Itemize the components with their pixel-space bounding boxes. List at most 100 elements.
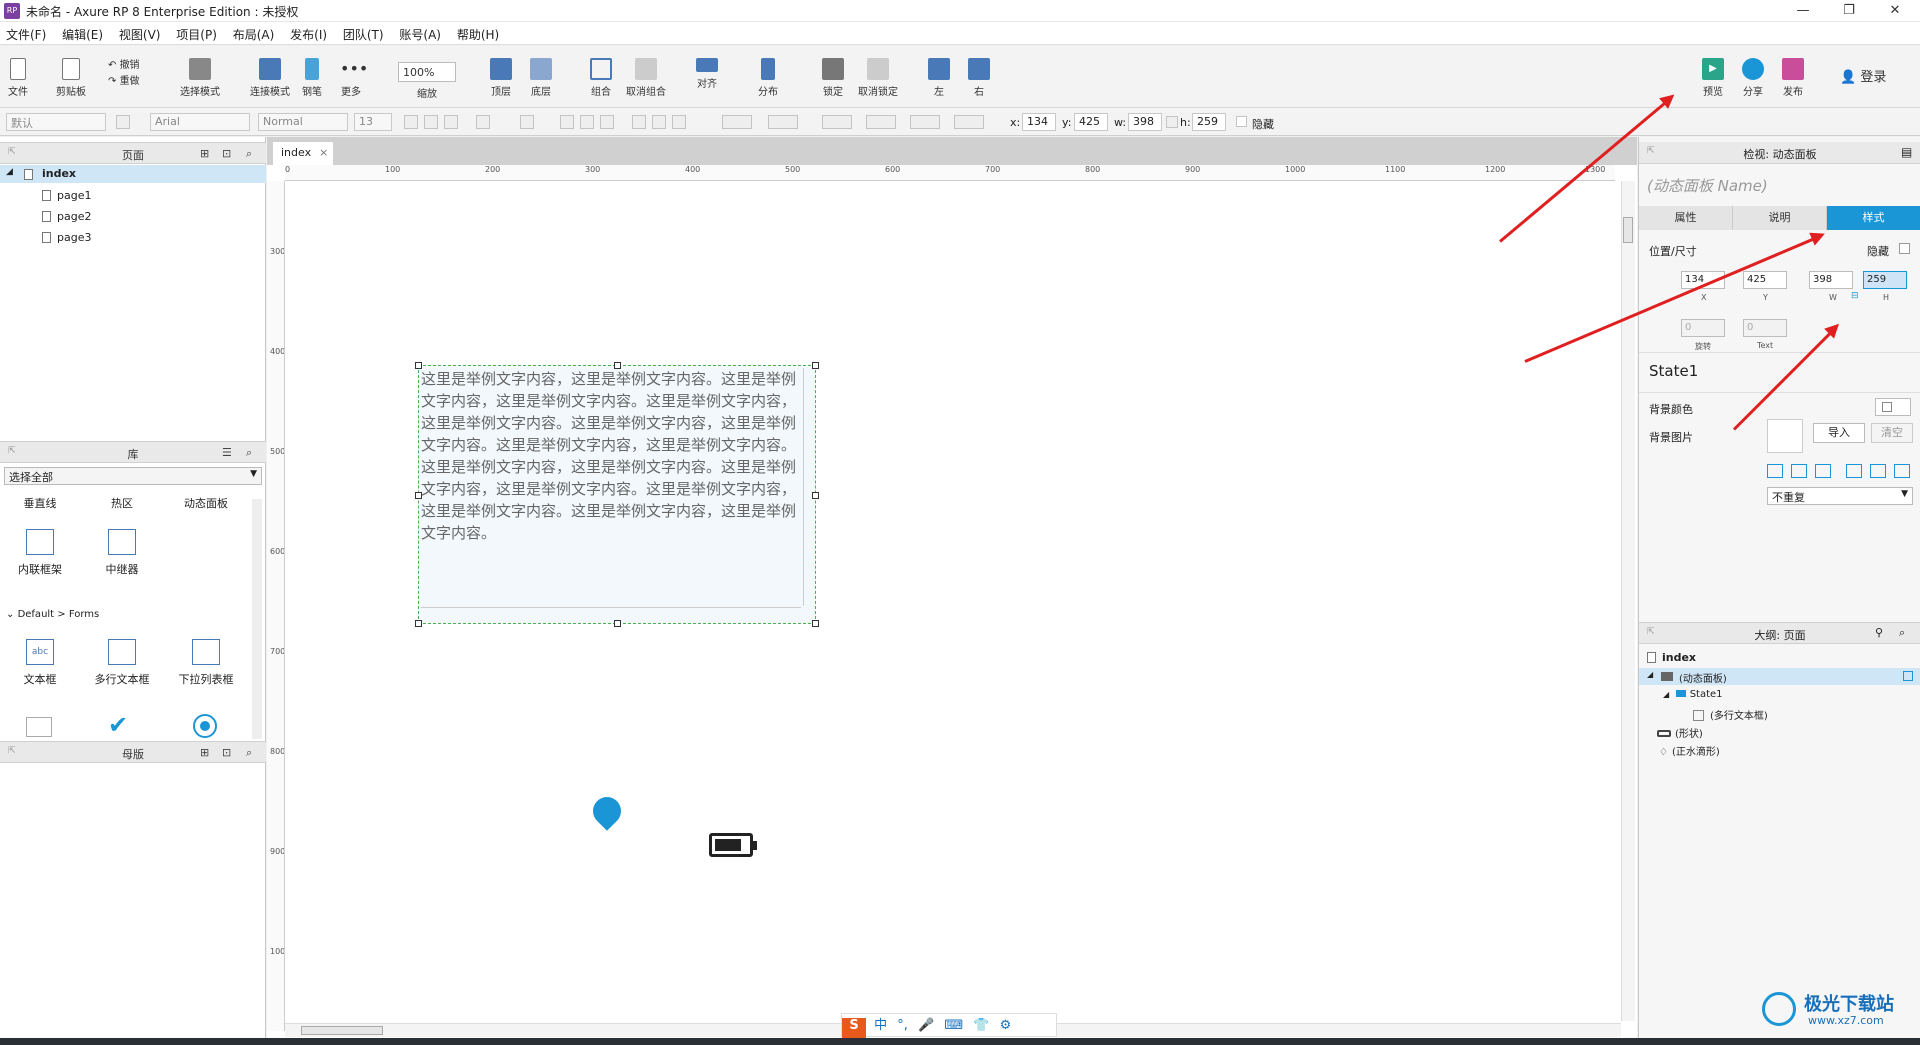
collapse-icon[interactable]: ◢ bbox=[1647, 670, 1653, 679]
resize-handle[interactable] bbox=[614, 620, 621, 627]
repeat-select[interactable]: 不重复 ▼ bbox=[1767, 487, 1913, 505]
resize-handle[interactable] bbox=[415, 492, 422, 499]
x-input[interactable]: 134 bbox=[1022, 113, 1056, 131]
undo-button[interactable]: ↶ 撤销 bbox=[108, 56, 140, 71]
valign-bottom-icon[interactable] bbox=[672, 115, 686, 129]
library-scrollbar[interactable] bbox=[252, 499, 262, 739]
bold-icon[interactable] bbox=[404, 115, 418, 129]
resize-handle[interactable] bbox=[415, 620, 422, 627]
lib-hotspot[interactable]: 热区 bbox=[82, 495, 162, 511]
textarea-content[interactable]: 这里是举例文字内容，这里是举例文字内容。这里是举例文字内容，这里是举例文字内容。… bbox=[421, 368, 801, 598]
sogou-icon[interactable]: S bbox=[842, 1018, 866, 1040]
lib-dynamic-panel[interactable]: 动态面板 bbox=[166, 495, 246, 511]
forms-section-header[interactable]: ⌄ Default > Forms bbox=[6, 609, 99, 620]
tree-item-page1[interactable]: page1 bbox=[42, 189, 91, 202]
login-button[interactable]: 👤 登录 bbox=[1840, 66, 1886, 85]
radio-icon[interactable] bbox=[193, 714, 217, 738]
visibility-icon[interactable] bbox=[1903, 671, 1913, 681]
map-pin-icon[interactable] bbox=[587, 791, 627, 831]
search-icon[interactable]: ⌕ bbox=[246, 746, 252, 760]
outline-item-state[interactable]: ◢ State1 bbox=[1663, 689, 1723, 700]
align-center-icon[interactable] bbox=[1790, 464, 1807, 478]
add-folder-icon[interactable]: ⊡ bbox=[222, 746, 231, 759]
share-button[interactable]: 分享 bbox=[1742, 58, 1764, 98]
lock-ratio-icon[interactable]: ⊟ bbox=[1851, 291, 1859, 301]
add-folder-icon[interactable]: ⊡ bbox=[222, 147, 231, 160]
library-select[interactable]: 选择全部 ▼ bbox=[4, 467, 262, 485]
w-input[interactable]: 398 bbox=[1128, 113, 1162, 131]
more-button[interactable]: ••• 更多 bbox=[340, 58, 368, 98]
settings-icon[interactable]: ⚙ bbox=[1000, 1018, 1012, 1033]
group-button[interactable]: 组合 bbox=[590, 58, 612, 98]
search-icon[interactable]: ⌕ bbox=[246, 147, 252, 161]
fill-color-icon[interactable] bbox=[722, 115, 752, 129]
h-input[interactable]: 259 bbox=[1192, 113, 1226, 131]
lib-vertical-line[interactable]: 垂直线 bbox=[0, 495, 80, 511]
menu-view[interactable]: 视图(V) bbox=[113, 22, 167, 43]
bullet-icon[interactable] bbox=[520, 115, 534, 129]
import-button[interactable]: 导入 bbox=[1813, 423, 1865, 443]
align-button[interactable]: 对齐 bbox=[696, 58, 718, 90]
menu-account[interactable]: 账号(A) bbox=[393, 22, 447, 43]
font-size-select[interactable]: 13 bbox=[354, 113, 392, 131]
line-style-icon[interactable] bbox=[910, 115, 940, 129]
bg-color-picker[interactable] bbox=[1875, 398, 1911, 416]
ungroup-button[interactable]: 取消组合 bbox=[626, 58, 666, 98]
tree-item-index[interactable]: ◢ index bbox=[0, 165, 266, 183]
valign-middle-icon[interactable] bbox=[1870, 464, 1887, 478]
font-weight-select[interactable]: Normal bbox=[258, 113, 348, 131]
canvas-vscroll[interactable] bbox=[1621, 181, 1635, 1021]
style-select[interactable]: 默认 bbox=[6, 113, 106, 131]
text-rotate-input[interactable]: 0 bbox=[1743, 319, 1787, 337]
align-left-icon[interactable] bbox=[560, 115, 574, 129]
hide-checkbox[interactable] bbox=[1236, 116, 1247, 127]
dynamic-panel[interactable]: 这里是举例文字内容，这里是举例文字内容。这里是举例文字内容，这里是举例文字内容。… bbox=[415, 362, 819, 627]
resize-handle[interactable] bbox=[812, 492, 819, 499]
textarea-vscroll[interactable] bbox=[803, 368, 813, 606]
y-input[interactable]: 425 bbox=[1743, 271, 1787, 289]
line-width-icon[interactable] bbox=[866, 115, 896, 129]
style-edit-icon[interactable] bbox=[116, 115, 130, 129]
file-button[interactable]: 文件 bbox=[8, 58, 28, 98]
left-button[interactable]: 左 bbox=[928, 58, 950, 98]
arrow-style-icon[interactable] bbox=[954, 115, 984, 129]
shadow-icon[interactable] bbox=[768, 115, 798, 129]
search-icon[interactable]: ⌕ bbox=[1899, 626, 1905, 640]
lib-repeater[interactable]: 中继器 bbox=[82, 529, 162, 577]
lib-inline-frame[interactable]: 内联框架 bbox=[0, 529, 80, 577]
lib-textarea[interactable]: 多行文本框 bbox=[82, 639, 162, 687]
line-color-icon[interactable] bbox=[822, 115, 852, 129]
collapse-icon[interactable]: ◢ bbox=[6, 167, 13, 177]
add-master-icon[interactable]: ⊞ bbox=[200, 746, 209, 759]
valign-middle-icon[interactable] bbox=[652, 115, 666, 129]
send-to-bottom-button[interactable]: 底层 bbox=[530, 58, 552, 98]
outline-root[interactable]: index bbox=[1647, 651, 1696, 664]
filter-icon[interactable]: ⚲ bbox=[1875, 626, 1883, 639]
skin-icon[interactable]: 👕 bbox=[973, 1018, 989, 1033]
bring-to-top-button[interactable]: 顶层 bbox=[490, 58, 512, 98]
menu-help[interactable]: 帮助(H) bbox=[451, 22, 505, 43]
valign-top-icon[interactable] bbox=[1846, 464, 1863, 478]
add-page-icon[interactable]: ⊞ bbox=[200, 147, 209, 160]
font-color-icon[interactable] bbox=[476, 115, 490, 129]
zoom-select[interactable]: 100% 缩放 bbox=[398, 62, 456, 100]
menu-icon[interactable]: ☰ bbox=[222, 446, 232, 459]
underline-icon[interactable] bbox=[444, 115, 458, 129]
connect-mode-button[interactable]: 连接模式 bbox=[250, 58, 290, 98]
collapse-icon[interactable]: ◢ bbox=[1663, 690, 1672, 699]
resize-handle[interactable] bbox=[812, 362, 819, 369]
ime-chinese-button[interactable]: 中 bbox=[874, 1018, 887, 1033]
keyboard-icon[interactable]: ⌨ bbox=[944, 1018, 963, 1033]
tab-notes[interactable]: 说明 bbox=[1733, 206, 1827, 230]
redo-button[interactable]: ↷ 重做 bbox=[108, 72, 140, 87]
textarea-hscroll[interactable] bbox=[421, 607, 801, 619]
lib-droplist[interactable]: 下拉列表框 bbox=[166, 639, 246, 687]
close-icon[interactable]: × bbox=[319, 146, 328, 159]
checkbox-icon[interactable]: ✔ bbox=[108, 713, 128, 737]
lib-text-field[interactable]: abc 文本框 bbox=[0, 639, 80, 687]
pen-button[interactable]: 钢笔 bbox=[302, 58, 322, 98]
clipboard-button[interactable]: 剪贴板 bbox=[56, 58, 86, 98]
ime-punctuation-button[interactable]: °, bbox=[897, 1018, 908, 1033]
distribute-button[interactable]: 分布 bbox=[758, 58, 778, 98]
outline-item-shape[interactable]: (形状) bbox=[1657, 725, 1703, 740]
